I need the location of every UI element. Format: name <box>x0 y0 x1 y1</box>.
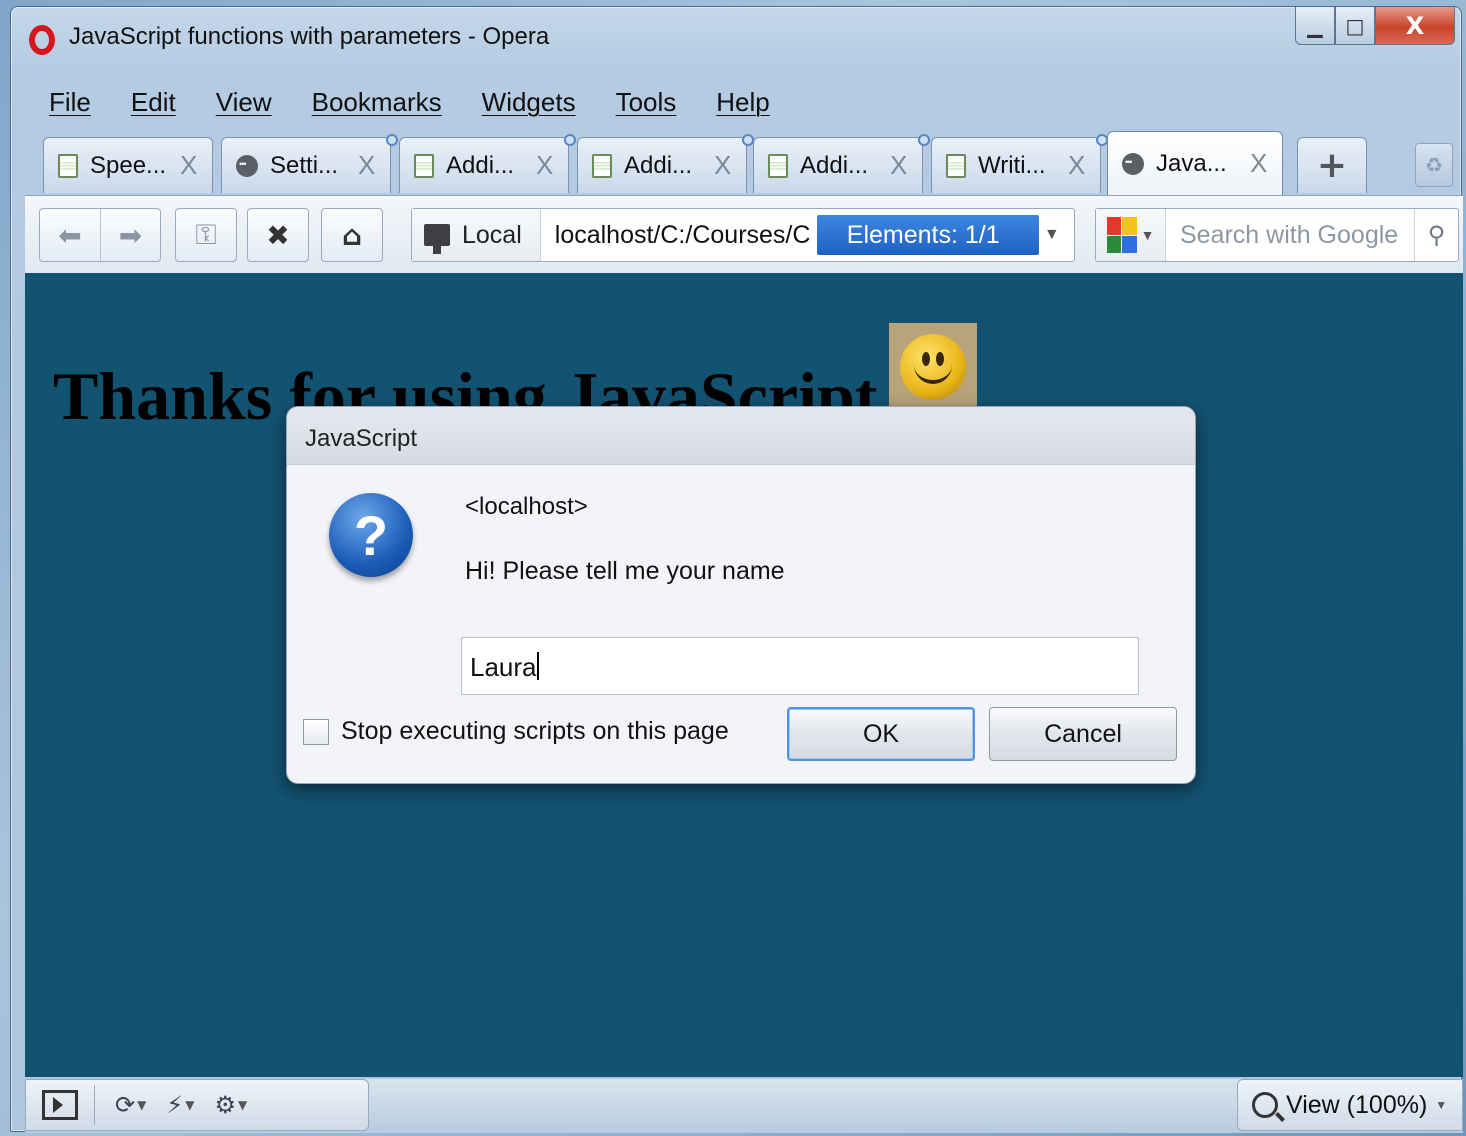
opera-logo-icon[interactable] <box>29 25 55 55</box>
tab-bar: Spee... X Setti... X Addi... X Addi... X… <box>39 131 1459 195</box>
stop-icon[interactable]: ✖ <box>248 209 308 261</box>
close-button[interactable]: X <box>1375 7 1455 45</box>
tab-java-active[interactable]: Java... X <box>1107 131 1283 195</box>
monitor-icon <box>424 224 450 254</box>
zoom-icon <box>1252 1092 1278 1118</box>
key-icon[interactable]: ⚿ <box>176 209 236 261</box>
page-icon <box>768 153 788 178</box>
menu-bar: File Edit View Bookmarks Widgets Tools H… <box>11 73 1461 131</box>
tab-label: Writi... <box>978 151 1046 179</box>
turbo-icon[interactable]: ⚙ <box>214 1080 236 1130</box>
tab-writi[interactable]: Writi... X <box>931 134 1108 193</box>
smiley-image <box>889 323 977 411</box>
opera-settings-icon <box>236 154 258 177</box>
tab-addi-2[interactable]: Addi... X <box>577 134 754 193</box>
tab-label: Setti... <box>270 151 339 179</box>
chevron-down-icon[interactable]: ▼ <box>137 1098 146 1112</box>
name-input[interactable]: Laura <box>461 637 1139 695</box>
dialog-title[interactable]: JavaScript <box>287 407 1195 465</box>
local-label: Local <box>462 220 522 249</box>
tab-indicator-icon <box>386 134 398 146</box>
window-controls: ▁ □ X <box>1295 7 1455 45</box>
tab-indicator-icon <box>918 134 930 146</box>
tab-close-icon[interactable]: X <box>536 150 558 181</box>
text-caret <box>536 652 539 680</box>
back-forward-group: ⬅ ➡ <box>39 208 161 262</box>
search-engine-selector[interactable]: ▼ <box>1096 209 1166 261</box>
menu-help[interactable]: Help <box>716 87 769 118</box>
chevron-down-icon[interactable]: ▼ <box>185 1098 194 1112</box>
panel-toggle-icon[interactable] <box>26 1080 94 1130</box>
address-bar[interactable]: Local localhost/C:/Courses/C: Elements: … <box>411 208 1075 262</box>
new-tab-button[interactable]: + <box>1297 137 1367 193</box>
tab-label: Spee... <box>90 151 167 179</box>
navigation-bar: ⬅ ➡ ⚿ ✖ ⌂ Local localhost/C:/Courses/C: … <box>25 195 1463 273</box>
tab-settings[interactable]: Setti... X <box>221 134 398 193</box>
tab-close-icon[interactable]: X <box>714 150 736 181</box>
opera-settings-icon <box>1122 152 1144 175</box>
tab-close-icon[interactable]: X <box>358 150 380 181</box>
zoom-control[interactable]: View (100%) ▼ <box>1237 1079 1463 1131</box>
tab-label: Java... <box>1156 149 1227 177</box>
smiley-icon <box>900 334 966 400</box>
search-box: ▼ Search with Google ⚲ <box>1095 208 1459 262</box>
unite-icon[interactable]: ⚡ <box>166 1080 183 1130</box>
sync-icon[interactable]: ⟳ <box>115 1080 135 1130</box>
stop-scripts-checkbox[interactable] <box>303 719 329 745</box>
maximize-button[interactable]: □ <box>1335 7 1375 45</box>
url-text[interactable]: localhost/C:/Courses/C: <box>541 221 811 250</box>
tab-addi-1[interactable]: Addi... X <box>399 134 576 193</box>
security-badge[interactable]: Local <box>412 209 541 261</box>
tab-close-icon[interactable]: X <box>1250 148 1272 179</box>
tab-close-icon[interactable]: X <box>180 150 202 181</box>
window-title: JavaScript functions with parameters - O… <box>69 23 550 50</box>
page-icon <box>946 153 966 178</box>
menu-file[interactable]: File <box>49 87 91 118</box>
question-icon: ? <box>329 493 413 577</box>
chevron-down-icon: ▼ <box>1140 227 1155 243</box>
stop-scripts-label[interactable]: Stop executing scripts on this page <box>341 717 729 746</box>
ok-button[interactable]: OK <box>787 707 975 761</box>
chevron-down-icon: ▼ <box>1435 1098 1448 1112</box>
home-group: ⌂ <box>321 208 383 262</box>
chevron-down-icon[interactable]: ▼ <box>238 1098 247 1112</box>
menu-edit[interactable]: Edit <box>131 87 176 118</box>
tab-label: Addi... <box>624 151 693 179</box>
status-bar: ⟳ ▼ ⚡ ▼ ⚙ ▼ View (100%) ▼ <box>25 1079 1463 1133</box>
menu-tools[interactable]: Tools <box>616 87 677 118</box>
menu-widgets[interactable]: Widgets <box>482 87 576 118</box>
menu-view[interactable]: View <box>216 87 272 118</box>
cancel-button[interactable]: Cancel <box>989 707 1177 761</box>
home-icon[interactable]: ⌂ <box>322 209 382 261</box>
tab-indicator-icon <box>564 134 576 146</box>
trash-icon[interactable]: ♻ <box>1415 143 1453 187</box>
wand-group: ⚿ <box>175 208 237 262</box>
address-dropdown-icon[interactable]: ▼ <box>1039 226 1065 244</box>
google-icon <box>1106 217 1137 253</box>
stop-group: ✖ <box>247 208 309 262</box>
dialog-origin: <localhost> <box>465 493 588 520</box>
status-tools: ⟳ ▼ ⚡ ▼ ⚙ ▼ <box>25 1079 369 1131</box>
tab-addi-3[interactable]: Addi... X <box>753 134 930 193</box>
zoom-label: View (100%) <box>1286 1090 1428 1119</box>
tab-speed-dial[interactable]: Spee... X <box>43 137 213 193</box>
page-icon <box>414 153 434 178</box>
tab-close-icon[interactable]: X <box>1068 150 1090 181</box>
dialog-message: Hi! Please tell me your name <box>465 557 785 585</box>
page-icon <box>58 153 78 178</box>
search-icon[interactable]: ⚲ <box>1414 209 1458 261</box>
tab-label: Addi... <box>800 151 869 179</box>
search-input[interactable]: Search with Google <box>1166 221 1414 250</box>
elements-highlight: Elements: 1/1 <box>816 215 1039 255</box>
minimize-button[interactable]: ▁ <box>1295 7 1335 45</box>
javascript-prompt-dialog: JavaScript ? <localhost> Hi! Please tell… <box>286 406 1196 784</box>
tab-close-icon[interactable]: X <box>890 150 912 181</box>
forward-arrow-icon[interactable]: ➡ <box>100 209 160 261</box>
title-bar[interactable]: JavaScript functions with parameters - O… <box>11 7 1461 69</box>
back-arrow-icon[interactable]: ⬅ <box>40 209 100 261</box>
menu-bookmarks[interactable]: Bookmarks <box>312 87 442 118</box>
tab-label: Addi... <box>446 151 515 179</box>
page-icon <box>592 153 612 178</box>
name-input-value: Laura <box>470 652 537 682</box>
